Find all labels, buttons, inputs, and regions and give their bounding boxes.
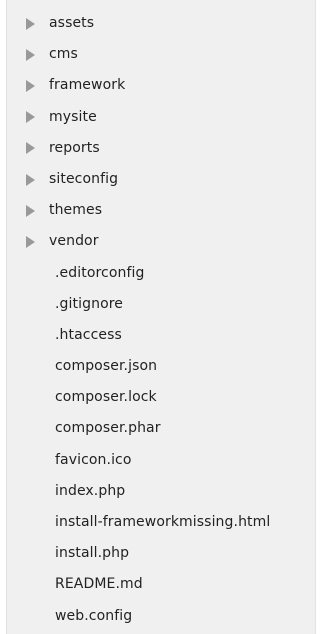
file-index-php[interactable]: index.php (7, 476, 315, 507)
file-label: .gitignore (55, 295, 123, 312)
chevron-right-icon[interactable] (26, 48, 35, 61)
folder-label: reports (49, 139, 100, 156)
file-gitignore[interactable]: .gitignore (7, 289, 315, 320)
file-install-php[interactable]: install.php (7, 538, 315, 569)
file-label: composer.phar (55, 420, 161, 437)
file-editorconfig[interactable]: .editorconfig (7, 258, 315, 289)
folder-siteconfig[interactable]: siteconfig (7, 164, 315, 195)
file-label: install-frameworkmissing.html (55, 514, 271, 530)
chevron-right-icon[interactable] (26, 204, 35, 217)
file-composer-json[interactable]: composer.json (7, 351, 315, 382)
folder-framework[interactable]: framework (7, 70, 315, 101)
file-label: favicon.ico (55, 451, 132, 468)
file-label: index.php (55, 482, 126, 499)
chevron-right-icon[interactable] (26, 111, 35, 124)
file-install-frameworkmissing-html[interactable]: install-frameworkmissing.html (7, 507, 315, 538)
chevron-right-icon[interactable] (26, 17, 35, 30)
file-htaccess[interactable]: .htaccess (7, 320, 315, 351)
folder-label: themes (49, 202, 103, 219)
file-web-config[interactable]: web.config (7, 601, 315, 632)
file-tree-panel: assets cms framework mysite reports site… (6, 0, 316, 634)
file-composer-lock[interactable]: composer.lock (7, 382, 315, 413)
folder-label: assets (49, 15, 95, 31)
file-readme-md[interactable]: README.md (7, 569, 315, 600)
file-label: composer.json (55, 358, 158, 375)
folder-label: cms (49, 46, 78, 63)
folder-vendor[interactable]: vendor (7, 226, 315, 257)
file-label: composer.lock (55, 389, 157, 406)
folder-themes[interactable]: themes (7, 195, 315, 226)
file-label: install.php (55, 545, 130, 562)
file-favicon-ico[interactable]: favicon.ico (7, 445, 315, 476)
folder-label: framework (49, 77, 126, 94)
file-composer-phar[interactable]: composer.phar (7, 413, 315, 444)
file-tree: assets cms framework mysite reports site… (7, 0, 315, 632)
file-label: README.md (55, 576, 143, 593)
file-label: .htaccess (55, 326, 122, 343)
chevron-right-icon[interactable] (26, 235, 35, 248)
folder-label: mysite (49, 108, 97, 125)
chevron-right-icon[interactable] (26, 142, 35, 155)
folder-assets[interactable]: assets (7, 8, 315, 39)
folder-cms[interactable]: cms (7, 39, 315, 70)
folder-label: siteconfig (49, 170, 119, 187)
folder-label: vendor (49, 233, 99, 250)
folder-reports[interactable]: reports (7, 133, 315, 164)
chevron-right-icon[interactable] (26, 79, 35, 92)
file-label: .editorconfig (55, 264, 145, 281)
chevron-right-icon[interactable] (26, 173, 35, 186)
folder-mysite[interactable]: mysite (7, 102, 315, 133)
file-label: web.config (55, 607, 133, 624)
